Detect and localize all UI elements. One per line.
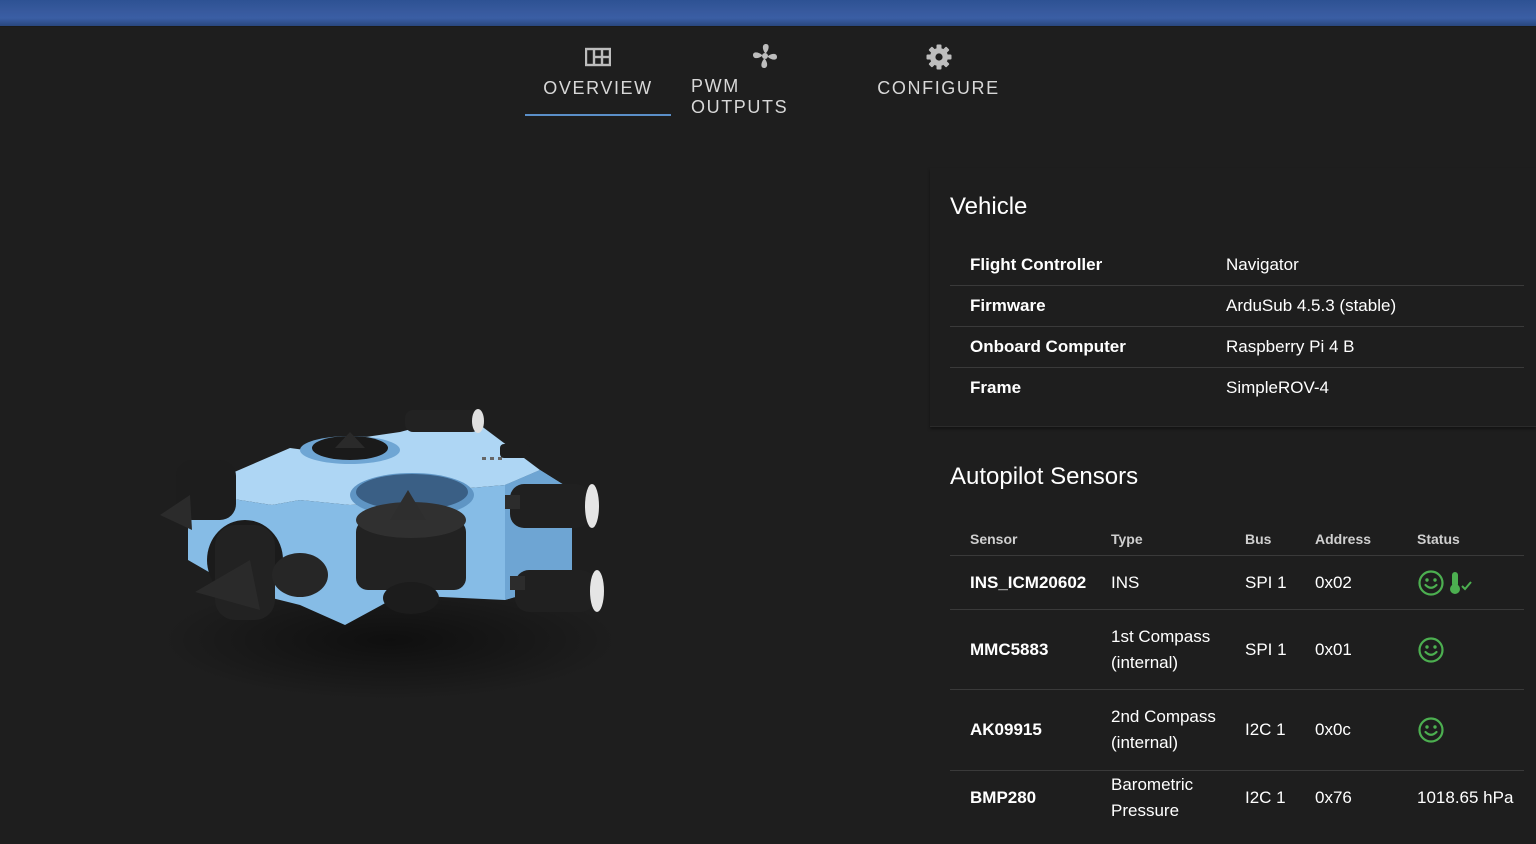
column-header-sensor: Sensor <box>970 531 1018 547</box>
sensor-name: AK09915 <box>970 720 1042 739</box>
smiley-icon <box>1418 636 1444 663</box>
sensors-card: Autopilot Sensors Sensor Type Bus Addres… <box>930 436 1536 839</box>
sensor-status <box>1417 636 1524 664</box>
vehicle-card: Vehicle Flight Controller Navigator Firm… <box>930 168 1536 427</box>
tab-overview-label: OVERVIEW <box>543 78 653 98</box>
sensor-type: INS <box>1111 572 1140 592</box>
tab-overview[interactable]: OVERVIEW <box>525 26 671 116</box>
sensor-address: 0x0c <box>1315 720 1351 739</box>
vehicle-value: ArduSub 4.5.3 (stable) <box>1226 296 1397 315</box>
sensor-status-pressure: 1018.65 hPa <box>1417 788 1514 807</box>
grid-icon <box>585 42 611 72</box>
sensor-address: 0x01 <box>1315 639 1352 659</box>
sensors-title: Autopilot Sensors <box>950 463 1139 490</box>
gear-icon <box>925 42 953 72</box>
sensor-address: 0x76 <box>1315 788 1352 807</box>
tab-pwm-outputs[interactable]: PWM OUTPUTS <box>671 26 859 117</box>
sensor-bus: I2C 1 <box>1245 788 1286 807</box>
sensors-table: Sensor Type Bus Address Status INS_ICM20… <box>950 523 1524 825</box>
thermometer-check-icon <box>1450 571 1472 594</box>
smiley-icon <box>1418 717 1444 743</box>
sensor-type: 1st Compass (internal) <box>1111 626 1211 672</box>
sensor-name: BMP280 <box>970 788 1037 807</box>
vehicle-value: SimpleROV-4 <box>1226 378 1329 397</box>
vehicle-value: Raspberry Pi 4 B <box>1226 337 1355 356</box>
sensor-type: 2nd Compass (internal) <box>1111 707 1216 752</box>
smiley-icon <box>1418 569 1444 596</box>
vehicle-row: Flight Controller Navigator <box>950 245 1524 286</box>
tab-configure[interactable]: CONFIGURE <box>859 26 1018 116</box>
vehicle-3d-viewer[interactable] <box>0 116 930 839</box>
sensor-status <box>1417 716 1524 744</box>
sensors-table-header: Sensor Type Bus Address Status <box>950 523 1524 556</box>
sensor-status <box>1417 569 1524 597</box>
table-row: BMP280 Barometric Pressure I2C 1 0x76 10… <box>950 771 1524 825</box>
column-header-bus: Bus <box>1245 531 1272 547</box>
tab-bar: OVERVIEW PWM OUTPUTS CONFIGURE <box>525 26 1018 117</box>
browser-top-bar <box>0 0 1536 27</box>
sensor-type: Barometric Pressure <box>1111 775 1194 820</box>
column-header-status: Status <box>1417 531 1460 547</box>
column-header-type: Type <box>1111 531 1143 547</box>
info-panel: Vehicle Flight Controller Navigator Firm… <box>930 168 1536 839</box>
vehicle-key: Firmware <box>970 296 1046 315</box>
sensor-name: INS_ICM20602 <box>970 572 1087 592</box>
tab-pwm-outputs-label: PWM OUTPUTS <box>691 76 789 117</box>
sensor-bus: SPI 1 <box>1245 572 1287 592</box>
table-row: MMC5883 1st Compass (internal) SPI 1 0x0… <box>950 610 1524 690</box>
sensor-name: MMC5883 <box>970 639 1049 659</box>
vehicle-key: Onboard Computer <box>970 337 1126 356</box>
vehicle-key: Frame <box>970 378 1022 397</box>
vehicle-key: Flight Controller <box>970 255 1103 274</box>
vehicle-row: Onboard Computer Raspberry Pi 4 B <box>950 327 1524 368</box>
sensor-bus: I2C 1 <box>1245 720 1286 739</box>
tab-configure-label: CONFIGURE <box>877 78 1000 98</box>
vehicle-row: Frame SimpleROV-4 <box>950 368 1524 408</box>
table-row: INS_ICM20602 INS SPI 1 0x02 <box>950 556 1524 610</box>
sensor-address: 0x02 <box>1315 572 1352 592</box>
rov-model-image <box>160 409 620 700</box>
table-row: AK09915 2nd Compass (internal) I2C 1 0x0… <box>950 690 1524 771</box>
vehicle-table: Flight Controller Navigator Firmware Ard… <box>950 245 1524 408</box>
vehicle-value: Navigator <box>1226 255 1299 274</box>
sensor-bus: SPI 1 <box>1245 639 1287 659</box>
column-header-address: Address <box>1315 531 1372 547</box>
vehicle-row: Firmware ArduSub 4.5.3 (stable) <box>950 286 1524 327</box>
fan-icon <box>751 42 779 70</box>
vehicle-title: Vehicle <box>950 193 1028 220</box>
